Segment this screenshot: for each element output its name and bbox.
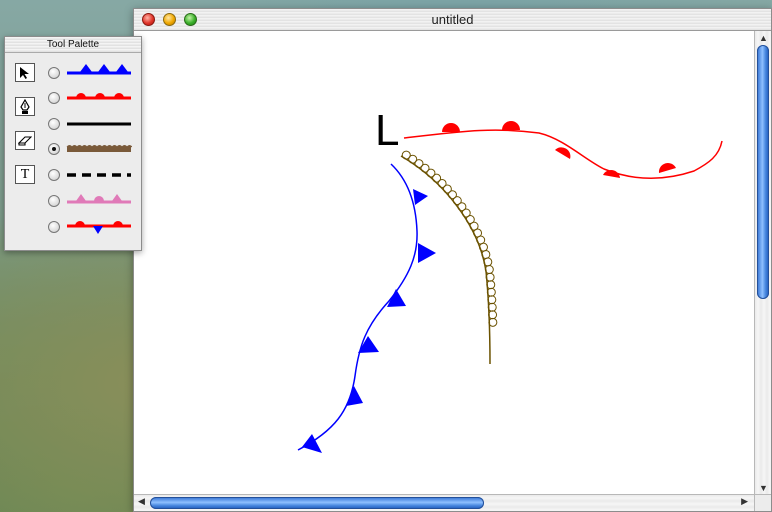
- pen-nib-icon: [20, 98, 30, 114]
- radio-warm-front[interactable]: [48, 92, 60, 104]
- scalloped-line[interactable]: [400, 150, 498, 365]
- radio-occluded[interactable]: [48, 195, 60, 207]
- text-tool-button[interactable]: T: [15, 165, 35, 184]
- warm-front-bump: [442, 123, 460, 132]
- eraser-icon: [18, 135, 32, 146]
- solid-line-swatch[interactable]: [66, 112, 132, 134]
- pen-tool-button[interactable]: [15, 97, 35, 116]
- dashed-line-swatch[interactable]: [66, 163, 132, 185]
- warm-front-bump: [555, 147, 571, 159]
- radio-solid-black[interactable]: [48, 118, 60, 130]
- radio-cold-front[interactable]: [48, 67, 60, 79]
- scroll-down-arrow-icon[interactable]: ▼: [759, 483, 768, 493]
- window-titlebar[interactable]: untitled: [134, 9, 771, 31]
- occluded-front-swatch[interactable]: [66, 189, 132, 211]
- vertical-scrollbar[interactable]: ▲ ▼: [754, 31, 771, 496]
- warm-front[interactable]: [403, 121, 723, 179]
- stationary-front-swatch[interactable]: [66, 215, 132, 237]
- vertical-scroll-thumb[interactable]: [757, 45, 769, 299]
- cold-front-triangle: [418, 243, 436, 263]
- drawing-canvas[interactable]: L: [134, 31, 756, 496]
- text-icon: T: [20, 166, 30, 182]
- cold-front-triangle: [387, 289, 406, 307]
- cold-front[interactable]: [297, 163, 436, 453]
- eraser-tool-button[interactable]: [15, 131, 35, 150]
- scallop-loop: [483, 257, 493, 267]
- low-pressure-label: L: [375, 106, 399, 155]
- scalloped-line-swatch[interactable]: [66, 137, 132, 159]
- horizontal-scroll-thumb[interactable]: [150, 497, 484, 509]
- cold-front-triangle: [413, 189, 428, 205]
- scroll-right-arrow-icon[interactable]: ▶: [741, 496, 748, 507]
- scroll-left-arrow-icon[interactable]: ◀: [138, 496, 145, 507]
- cold-front-swatch[interactable]: [66, 61, 132, 83]
- arrow-tool-button[interactable]: [15, 63, 35, 82]
- radio-dashed[interactable]: [48, 169, 60, 181]
- radio-scalloped[interactable]: [48, 143, 60, 155]
- window-title: untitled: [431, 12, 474, 27]
- warm-front-bump: [658, 163, 676, 173]
- warm-front-bump: [502, 121, 520, 130]
- horizontal-scrollbar[interactable]: ◀ ▶: [134, 494, 756, 511]
- scroll-up-arrow-icon[interactable]: ▲: [759, 33, 768, 43]
- scallop-loop: [478, 242, 488, 252]
- cold-front-triangle: [346, 386, 363, 406]
- canvas-drawing: L: [297, 106, 723, 453]
- drawing-window: untitled L ▲ ▼ ◀ ▶: [133, 8, 772, 512]
- warm-front-bump: [603, 170, 620, 178]
- radio-stationary[interactable]: [48, 221, 60, 233]
- arrow-pointer-icon: [20, 66, 29, 79]
- resize-grip[interactable]: [754, 494, 771, 511]
- scallop-loop: [481, 249, 491, 259]
- palette-title[interactable]: Tool Palette: [5, 37, 141, 53]
- tool-palette: Tool Palette T: [4, 36, 142, 251]
- warm-front-swatch[interactable]: [66, 86, 132, 108]
